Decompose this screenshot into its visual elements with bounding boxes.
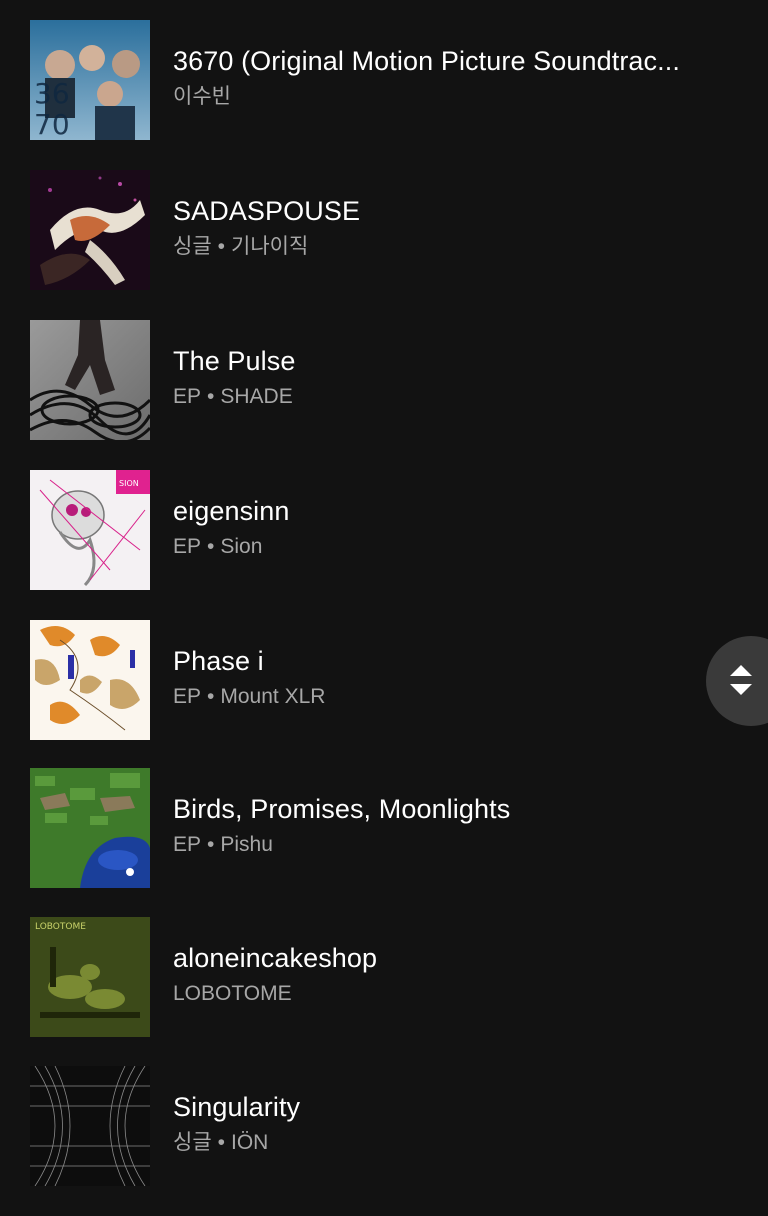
svg-text:36: 36 <box>34 77 70 110</box>
separator-dot: • <box>207 833 215 856</box>
up-down-arrows-icon <box>730 665 752 695</box>
album-cover-birds-art <box>30 768 150 888</box>
album-cover <box>30 170 150 290</box>
album-row-phase-i[interactable]: Phase i EP • Mount XLR <box>0 620 768 770</box>
album-cover <box>30 620 150 740</box>
album-meta: aloneincakeshop LOBOTOME <box>173 941 740 1007</box>
album-row-birds[interactable]: Birds, Promises, Moonlights EP • Pishu <box>0 768 768 918</box>
album-meta: Phase i EP • Mount XLR <box>173 644 740 710</box>
cover-text-sion: SION <box>119 479 139 488</box>
album-subtitle: EP • SHADE <box>173 384 740 410</box>
album-meta: The Pulse EP • SHADE <box>173 344 740 410</box>
album-type: EP <box>173 385 202 408</box>
album-artist: Mount XLR <box>220 685 326 708</box>
separator-dot: • <box>207 685 215 708</box>
album-subtitle: LOBOTOME <box>173 981 740 1007</box>
album-cover <box>30 768 150 888</box>
album-type: 싱글 <box>173 235 212 258</box>
album-subtitle: EP • Pishu <box>173 832 740 858</box>
album-row-3670[interactable]: 36 70 3670 (Original Motion Picture Soun… <box>0 20 768 170</box>
album-subtitle: 싱글 • IÖN <box>173 1130 740 1156</box>
album-artist: SHADE <box>220 385 293 408</box>
album-artist: 기나이직 <box>231 235 309 258</box>
album-title: The Pulse <box>173 346 296 376</box>
album-subtitle: 싱글 • 기나이직 <box>173 234 740 260</box>
album-cover: SION <box>30 470 150 590</box>
album-subtitle: EP • Mount XLR <box>173 684 740 710</box>
album-meta: eigensinn EP • Sion <box>173 494 740 560</box>
album-artist: LOBOTOME <box>173 982 292 1005</box>
album-cover-the-pulse-art <box>30 320 150 440</box>
cover-text-lobotome: LOBOTOME <box>35 922 86 932</box>
album-title: Singularity <box>173 1092 301 1122</box>
album-row-aloneincakeshop[interactable]: LOBOTOME aloneincakeshop LOBOTOME <box>0 917 768 1067</box>
album-subtitle: EP • Sion <box>173 534 740 560</box>
album-meta: Singularity 싱글 • IÖN <box>173 1090 740 1156</box>
album-cover-singularity-art <box>30 1066 150 1186</box>
album-row-the-pulse[interactable]: The Pulse EP • SHADE <box>0 320 768 470</box>
album-cover <box>30 320 150 440</box>
album-title: eigensinn <box>173 496 290 526</box>
album-cover-eigensinn-art: SION <box>30 470 150 590</box>
svg-text:70: 70 <box>34 108 70 140</box>
album-list: 36 70 3670 (Original Motion Picture Soun… <box>0 0 768 1200</box>
album-title: 3670 (Original Motion Picture Soundtrac.… <box>173 46 680 76</box>
album-meta: SADASPOUSE 싱글 • 기나이직 <box>173 194 740 260</box>
album-artist: 이수빈 <box>173 85 231 108</box>
album-type: EP <box>173 535 202 558</box>
album-type: EP <box>173 833 202 856</box>
album-cover <box>30 1066 150 1186</box>
album-row-singularity[interactable]: Singularity 싱글 • IÖN <box>0 1066 768 1216</box>
album-cover-sadaspouse-art <box>30 170 150 290</box>
album-title: SADASPOUSE <box>173 196 361 226</box>
separator-dot: • <box>217 235 225 258</box>
album-cover-aloneincakeshop-art: LOBOTOME <box>30 917 150 1037</box>
album-cover-phase-i-art <box>30 620 150 740</box>
album-cover: LOBOTOME <box>30 917 150 1037</box>
separator-dot: • <box>207 535 215 558</box>
album-meta: Birds, Promises, Moonlights EP • Pishu <box>173 792 740 858</box>
album-row-eigensinn[interactable]: SION eigensinn EP • Sion <box>0 470 768 620</box>
album-type: 싱글 <box>173 1131 212 1154</box>
album-row-sadaspouse[interactable]: SADASPOUSE 싱글 • 기나이직 <box>0 170 768 320</box>
separator-dot: • <box>207 385 215 408</box>
album-cover-3670-art: 36 70 <box>30 20 150 140</box>
album-artist: Sion <box>220 535 263 558</box>
album-title: Phase i <box>173 646 264 676</box>
album-type: EP <box>173 685 202 708</box>
album-subtitle: 이수빈 <box>173 84 740 110</box>
album-artist: Pishu <box>220 833 273 856</box>
album-meta: 3670 (Original Motion Picture Soundtrac.… <box>173 44 740 110</box>
album-cover: 36 70 <box>30 20 150 140</box>
separator-dot: • <box>217 1131 225 1154</box>
album-title: aloneincakeshop <box>173 943 378 973</box>
album-title: Birds, Promises, Moonlights <box>173 794 511 824</box>
album-artist: IÖN <box>231 1131 269 1154</box>
